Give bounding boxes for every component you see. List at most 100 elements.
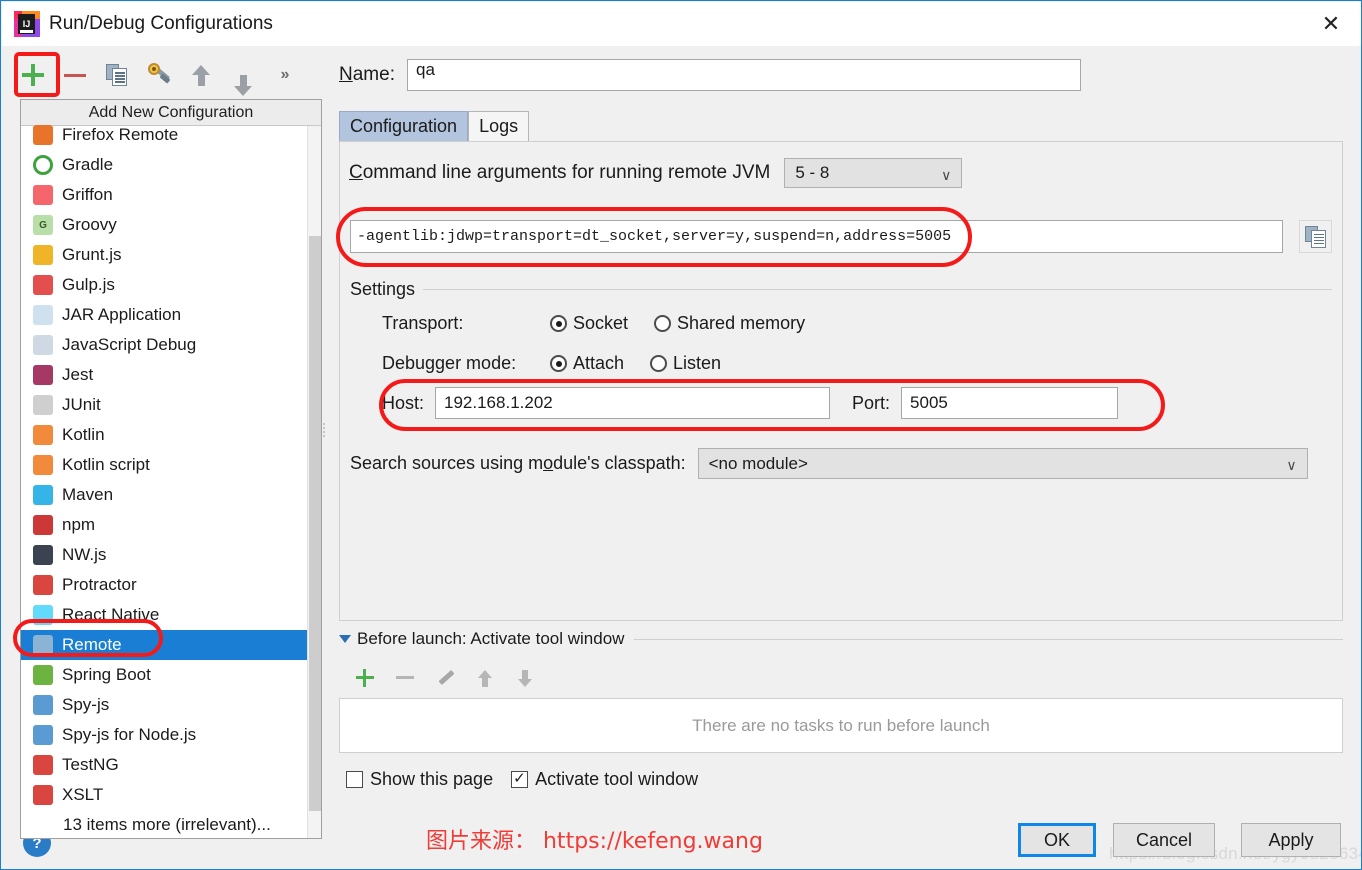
cancel-button[interactable]: Cancel [1113, 823, 1215, 857]
close-icon[interactable]: ✕ [1308, 6, 1354, 42]
list-item-label: TestNG [62, 755, 119, 775]
edit-templates-button[interactable] [141, 57, 177, 93]
junit-icon [33, 395, 53, 415]
list-item-label: Spring Boot [62, 665, 151, 685]
transport-label: Transport: [382, 313, 512, 334]
list-item[interactable]: Kotlin script [21, 450, 321, 480]
list-item[interactable]: Spring Boot [21, 660, 321, 690]
debugger-option-attach[interactable]: Attach [550, 353, 624, 374]
kotlin-script-icon [33, 455, 53, 475]
activate-tool-window-checkbox[interactable]: Activate tool window [511, 769, 716, 790]
debugger-option-listen[interactable]: Listen [650, 353, 721, 374]
list-item[interactable]: Gradle [21, 150, 321, 180]
intellij-logo-icon: IJ [14, 11, 40, 37]
jvm-version-select[interactable]: 5 - 8 ∨ [784, 158, 962, 188]
transport-shared-memory-label: Shared memory [677, 313, 805, 334]
tab-configuration[interactable]: Configuration [339, 111, 468, 141]
radio-listen-icon[interactable] [650, 355, 667, 372]
move-up-button[interactable] [183, 57, 219, 93]
javascript-debug-icon [33, 335, 53, 355]
checkbox-show-page-icon[interactable] [346, 771, 363, 788]
host-input[interactable]: 192.168.1.202 [435, 387, 830, 419]
more-items-label[interactable]: 13 items more (irrelevant)... [21, 810, 321, 839]
port-label: Port: [852, 393, 890, 414]
kotlin-icon [33, 425, 53, 445]
list-item[interactable]: Spy-js [21, 690, 321, 720]
dialog-title: Run/Debug Configurations [49, 13, 273, 35]
remove-configuration-button[interactable] [57, 57, 93, 93]
tasks-list[interactable]: There are no tasks to run before launch [339, 698, 1343, 753]
radio-socket-icon[interactable] [550, 315, 567, 332]
port-input[interactable]: 5005 [901, 387, 1118, 419]
command-line-label: Command line arguments for running remot… [349, 162, 770, 184]
list-item-label: Spy-js for Node.js [62, 725, 196, 745]
spy-js-icon [33, 695, 53, 715]
more-options-button[interactable]: » [267, 57, 303, 93]
before-launch-header[interactable]: Before launch: Activate tool window [339, 629, 1343, 649]
react-native-icon [33, 605, 53, 625]
splitter-handle[interactable] [321, 421, 328, 445]
ok-button[interactable]: OK [1018, 823, 1096, 857]
list-item[interactable]: Maven [21, 480, 321, 510]
list-item[interactable]: Remote [21, 630, 321, 660]
host-port-row: Host: 192.168.1.202 Port: 5005 [382, 387, 1118, 419]
add-configuration-button[interactable] [15, 57, 51, 93]
list-item[interactable]: JUnit [21, 390, 321, 420]
move-down-button[interactable] [225, 57, 261, 93]
remote-icon [33, 635, 53, 655]
tab-bar: Configuration Logs [339, 111, 529, 141]
collapse-triangle-icon[interactable] [339, 635, 351, 643]
nwjs-icon [33, 545, 53, 565]
move-task-down-button[interactable] [505, 661, 545, 695]
command-line-arguments-input[interactable]: -agentlib:jdwp=transport=dt_socket,serve… [350, 220, 1283, 253]
name-input[interactable]: qa [407, 59, 1081, 91]
list-item[interactable]: Gulp.js [21, 270, 321, 300]
list-item[interactable]: GGroovy [21, 210, 321, 240]
list-item[interactable]: Spy-js for Node.js [21, 720, 321, 750]
checkbox-activate-tool-window-icon[interactable] [511, 771, 528, 788]
list-item[interactable]: Protractor [21, 570, 321, 600]
copy-configuration-button[interactable] [99, 57, 135, 93]
radio-attach-icon[interactable] [550, 355, 567, 372]
edit-task-button[interactable] [425, 661, 465, 695]
list-item[interactable]: NW.js [21, 540, 321, 570]
list-item[interactable]: TestNG [21, 750, 321, 780]
module-classpath-row: Search sources using module's classpath:… [350, 448, 1308, 479]
show-this-page-checkbox[interactable]: Show this page [346, 769, 511, 790]
list-scrollbar[interactable] [307, 126, 321, 838]
list-item[interactable]: JAR Application [21, 300, 321, 330]
show-this-page-label: Show this page [370, 769, 493, 790]
copy-arguments-button[interactable] [1299, 220, 1332, 253]
maven-icon [33, 485, 53, 505]
xslt-icon [33, 785, 53, 805]
list-item[interactable]: Jest [21, 360, 321, 390]
list-item[interactable]: npm [21, 510, 321, 540]
list-item[interactable]: Kotlin [21, 420, 321, 450]
move-task-up-button[interactable] [465, 661, 505, 695]
npm-icon [33, 515, 53, 535]
add-task-button[interactable] [345, 661, 385, 695]
list-item[interactable]: XSLT [21, 780, 321, 810]
scrollbar-thumb[interactable] [309, 236, 321, 811]
protractor-icon [33, 575, 53, 595]
list-item[interactable]: Griffon [21, 180, 321, 210]
tab-logs[interactable]: Logs [468, 111, 529, 141]
transport-row: Transport: Socket Shared memory [382, 313, 805, 334]
jvm-args-row: Command line arguments for running remot… [349, 158, 962, 188]
transport-option-socket[interactable]: Socket [550, 313, 628, 334]
configuration-type-list[interactable]: Firefox RemoteGradleGriffonGGroovyGrunt.… [21, 120, 321, 810]
remove-task-button[interactable] [385, 661, 425, 695]
module-select[interactable]: <no module> ∨ [698, 448, 1308, 479]
gulp-icon [33, 275, 53, 295]
transport-option-shared-memory[interactable]: Shared memory [654, 313, 805, 334]
list-item[interactable]: Firefox Remote [21, 120, 321, 150]
list-item[interactable]: Grunt.js [21, 240, 321, 270]
tasks-empty-text: There are no tasks to run before launch [692, 716, 990, 736]
apply-button[interactable]: Apply [1241, 823, 1341, 857]
list-item-label: React Native [62, 605, 159, 625]
radio-shared-memory-icon[interactable] [654, 315, 671, 332]
list-item[interactable]: React Native [21, 600, 321, 630]
before-launch-divider [634, 639, 1343, 640]
list-item[interactable]: JavaScript Debug [21, 330, 321, 360]
debugger-attach-label: Attach [573, 353, 624, 374]
